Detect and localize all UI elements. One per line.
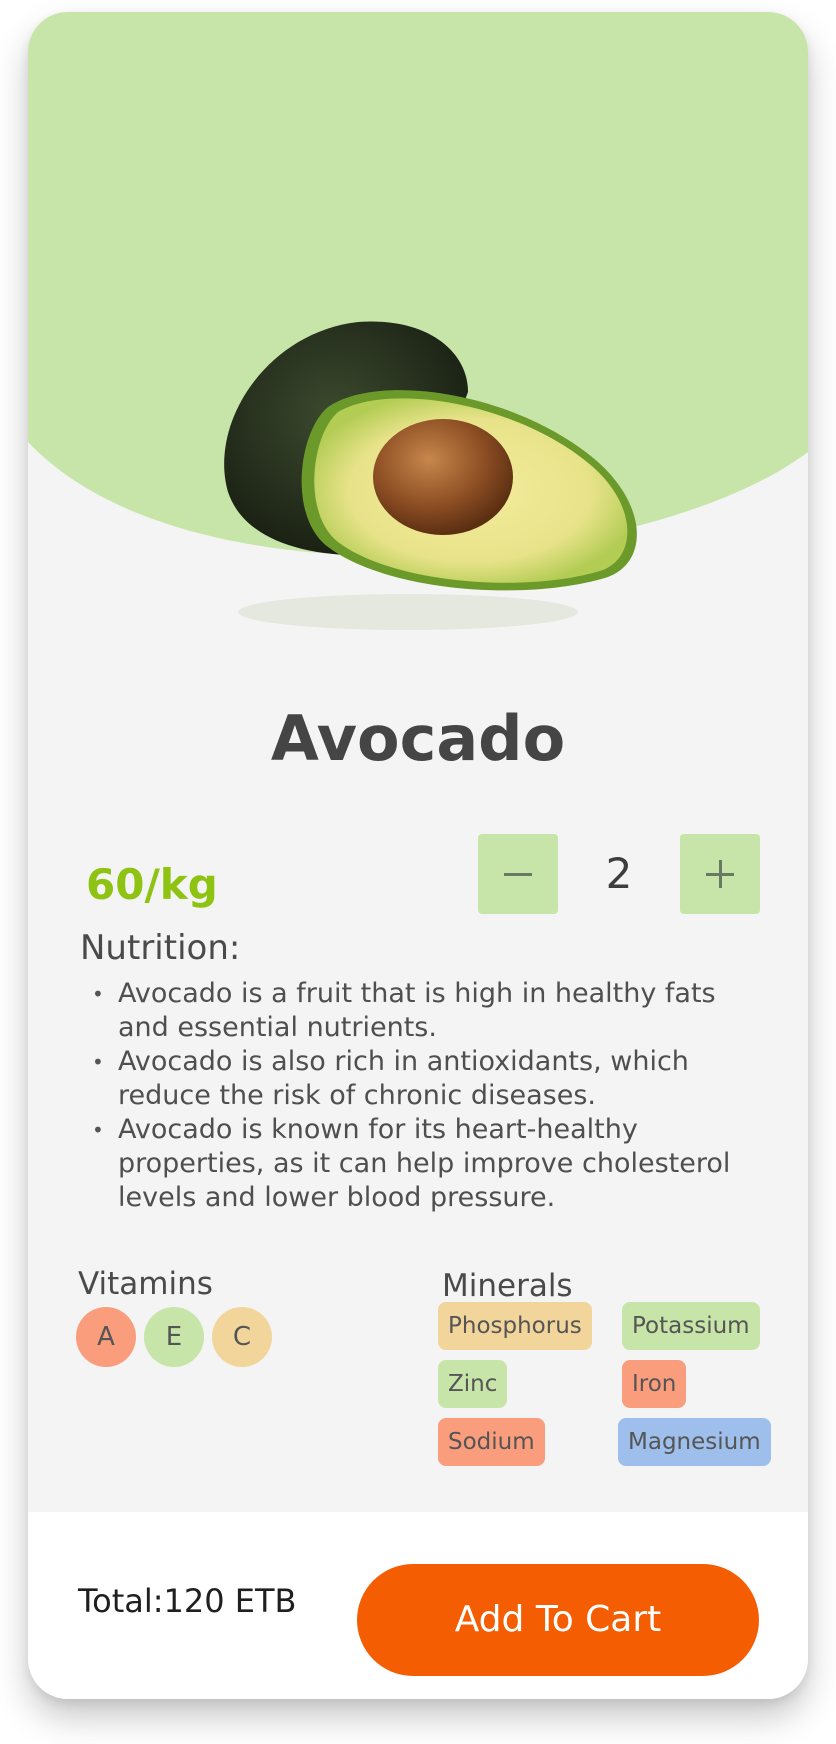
checkout-footer: Total:120 ETB Add To Cart — [28, 1512, 808, 1699]
nutrition-item: Avocado is a fruit that is high in healt… — [90, 977, 770, 1045]
vitamin-badge-e: E — [144, 1307, 204, 1367]
nutrition-item: Avocado is known for its heart-healthy p… — [90, 1113, 770, 1215]
minus-icon — [504, 873, 532, 876]
mineral-tag-iron: Iron — [622, 1360, 687, 1408]
total-price: Total:120 ETB — [78, 1582, 297, 1620]
minerals-heading: Minerals — [442, 1268, 573, 1304]
product-price: 60/kg — [86, 860, 218, 909]
mineral-tag-potassium: Potassium — [622, 1302, 760, 1350]
mineral-tag-zinc: Zinc — [438, 1360, 508, 1408]
product-card: Avocado 60/kg 2 Nutrition: Avocado is a … — [28, 12, 808, 1699]
mineral-tag-phosphorus: Phosphorus — [438, 1302, 592, 1350]
vitamins-heading: Vitamins — [78, 1266, 213, 1302]
quantity-value: 2 — [605, 849, 633, 898]
vitamin-badge-c: C — [212, 1307, 272, 1367]
decrease-quantity-button[interactable] — [478, 834, 558, 914]
avocado-image — [224, 321, 637, 630]
add-to-cart-button[interactable]: Add To Cart — [357, 1564, 759, 1676]
mineral-tag-sodium: Sodium — [438, 1418, 545, 1466]
nutrition-list: Avocado is a fruit that is high in healt… — [90, 977, 770, 1215]
increase-quantity-button[interactable] — [680, 834, 760, 914]
mineral-tag-magnesium: Magnesium — [618, 1418, 771, 1466]
nutrition-item: Avocado is also rich in antioxidants, wh… — [90, 1045, 770, 1113]
product-title: Avocado — [270, 702, 566, 775]
nutrition-heading: Nutrition: — [80, 928, 241, 968]
vitamin-badge-a: A — [76, 1307, 136, 1367]
